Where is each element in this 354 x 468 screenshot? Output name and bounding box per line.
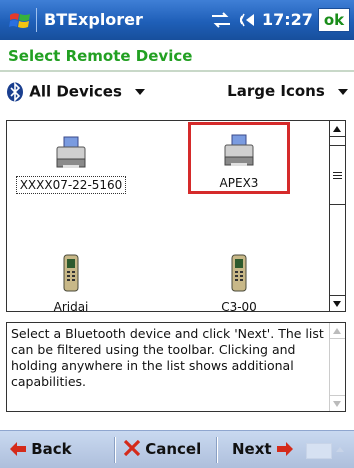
page-heading: Select Remote Device bbox=[0, 40, 354, 72]
bluetooth-icon bbox=[7, 82, 23, 102]
cancel-x-icon bbox=[123, 439, 141, 457]
menu-divider bbox=[114, 437, 116, 463]
filter-toolbar: All Devices Large Icons bbox=[0, 76, 354, 112]
menu-bar: Back Cancel Next bbox=[0, 430, 354, 468]
mobile-phone-icon bbox=[231, 254, 247, 292]
view-mode-dropdown[interactable]: Large Icons bbox=[227, 82, 348, 100]
device-item[interactable]: Aridai bbox=[11, 253, 131, 312]
back-label: Back bbox=[31, 440, 72, 458]
device-item[interactable]: XXXX07-22-5160 bbox=[11, 135, 131, 194]
device-filter-dropdown[interactable]: All Devices bbox=[6, 82, 146, 106]
device-list[interactable]: XXXX07-22-5160 APEX3 Aridai C3-00 bbox=[6, 120, 346, 312]
next-label: Next bbox=[232, 440, 272, 458]
device-label: Aridai bbox=[53, 300, 89, 312]
connectivity-icon[interactable] bbox=[210, 12, 232, 28]
device-label: APEX3 bbox=[219, 176, 259, 190]
heading-divider bbox=[0, 70, 354, 72]
chevron-down-icon bbox=[135, 89, 146, 95]
next-button[interactable]: Next bbox=[232, 440, 293, 458]
help-text-box: Select a Bluetooth device and click 'Nex… bbox=[6, 322, 346, 412]
printer-icon bbox=[224, 134, 254, 166]
arrow-down-icon bbox=[333, 401, 341, 407]
windows-start-icon[interactable] bbox=[8, 9, 32, 33]
cancel-button[interactable]: Cancel bbox=[123, 439, 202, 458]
scroll-up-button[interactable] bbox=[330, 323, 345, 339]
ok-button[interactable]: ok bbox=[318, 8, 350, 32]
clock[interactable]: 17:27 bbox=[262, 10, 313, 29]
scroll-thumb[interactable] bbox=[330, 145, 345, 205]
page-title: Select Remote Device bbox=[8, 47, 193, 65]
scroll-up-button[interactable] bbox=[330, 121, 345, 137]
device-list-scrollbar[interactable] bbox=[329, 121, 345, 311]
menu-divider bbox=[216, 437, 218, 463]
chevron-down-icon bbox=[338, 88, 348, 95]
device-label: XXXX07-22-5160 bbox=[15, 176, 127, 194]
arrow-right-icon bbox=[276, 442, 293, 456]
device-label: C3-00 bbox=[221, 300, 257, 312]
view-mode-label: Large Icons bbox=[227, 82, 325, 100]
scroll-down-button[interactable] bbox=[330, 295, 345, 311]
scroll-down-button[interactable] bbox=[330, 395, 345, 411]
back-button[interactable]: Back bbox=[10, 440, 72, 458]
mobile-phone-icon bbox=[63, 254, 79, 292]
volume-icon[interactable] bbox=[240, 11, 260, 29]
input-panel-arrow-icon[interactable] bbox=[336, 447, 344, 452]
grip-line bbox=[333, 175, 342, 176]
grip-line bbox=[333, 172, 342, 173]
title-divider bbox=[36, 8, 37, 32]
arrow-up-icon bbox=[333, 126, 341, 132]
help-text: Select a Bluetooth device and click 'Nex… bbox=[11, 326, 324, 389]
arrow-down-icon bbox=[333, 301, 341, 307]
printer-icon bbox=[56, 136, 86, 168]
device-item-selected[interactable]: APEX3 bbox=[188, 122, 290, 194]
arrow-up-icon bbox=[333, 328, 341, 334]
title-bar: BTExplorer 17:27 ok bbox=[0, 0, 354, 40]
device-filter-label: All Devices bbox=[29, 82, 122, 101]
cancel-label: Cancel bbox=[145, 440, 202, 458]
keyboard-icon[interactable] bbox=[306, 443, 332, 459]
arrow-left-icon bbox=[10, 442, 26, 456]
help-scrollbar[interactable] bbox=[329, 323, 345, 411]
app-title: BTExplorer bbox=[44, 10, 143, 29]
grip-line bbox=[333, 178, 342, 179]
device-item[interactable]: C3-00 bbox=[179, 253, 299, 312]
